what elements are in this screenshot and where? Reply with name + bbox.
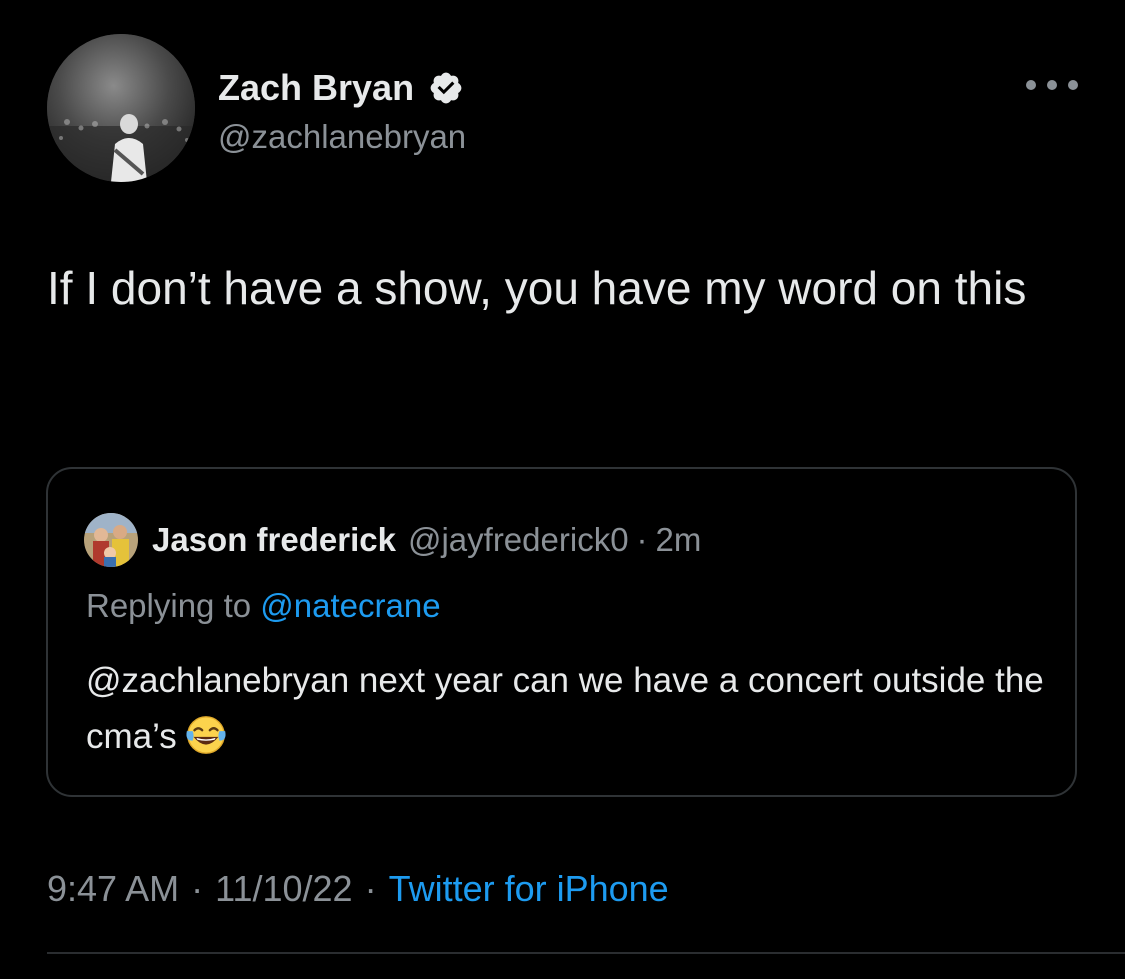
face-with-tears-of-joy-icon <box>186 716 226 754</box>
avatar-concert-photo <box>47 34 195 182</box>
tweet-time[interactable]: 9:47 AM <box>47 868 179 910</box>
separator-dot: · <box>636 521 648 558</box>
divider <box>47 952 1125 954</box>
author-avatar[interactable] <box>47 34 195 182</box>
tweet-date[interactable]: 11/10/22 <box>215 868 352 910</box>
quoted-tweet-card[interactable]: Jason frederick @jayfrederick0 · 2m Repl… <box>46 467 1077 797</box>
tweet-source-link[interactable]: Twitter for iPhone <box>389 868 669 910</box>
separator-dot: · <box>191 868 204 909</box>
quoted-author-name[interactable]: Jason frederick <box>152 521 396 559</box>
quoted-author-avatar[interactable] <box>84 513 138 567</box>
tweet-meta: 9:47 AM · 11/10/22 · Twitter for iPhone <box>47 868 669 910</box>
more-options-icon[interactable] <box>1026 70 1078 100</box>
replying-to-mention[interactable]: @natecrane <box>260 587 440 624</box>
quoted-tweet-time[interactable]: 2m <box>656 521 702 559</box>
quoted-tweet-header: Jason frederick @jayfrederick0 · 2m <box>84 513 702 567</box>
verified-badge-icon <box>430 72 462 104</box>
replying-to-label: Replying to <box>86 587 252 624</box>
author-handle[interactable]: @zachlanebryan <box>218 118 466 156</box>
more-dot <box>1026 80 1036 90</box>
more-dot <box>1047 80 1057 90</box>
quoted-tweet-text: @zachlanebryan next year can we have a c… <box>86 653 1046 765</box>
more-dot <box>1068 80 1078 90</box>
author-name-row[interactable]: Zach Bryan <box>218 66 464 110</box>
quoted-tweet-body: @zachlanebryan next year can we have a c… <box>86 661 1044 756</box>
separator-dot: · <box>364 868 377 909</box>
author-display-name[interactable]: Zach Bryan <box>218 67 414 109</box>
avatar-family-photo <box>84 513 138 567</box>
replying-to-line: Replying to @natecrane <box>86 587 441 625</box>
tweet-text: If I don’t have a show, you have my word… <box>47 262 1027 314</box>
quoted-author-handle[interactable]: @jayfrederick0 <box>408 521 629 559</box>
